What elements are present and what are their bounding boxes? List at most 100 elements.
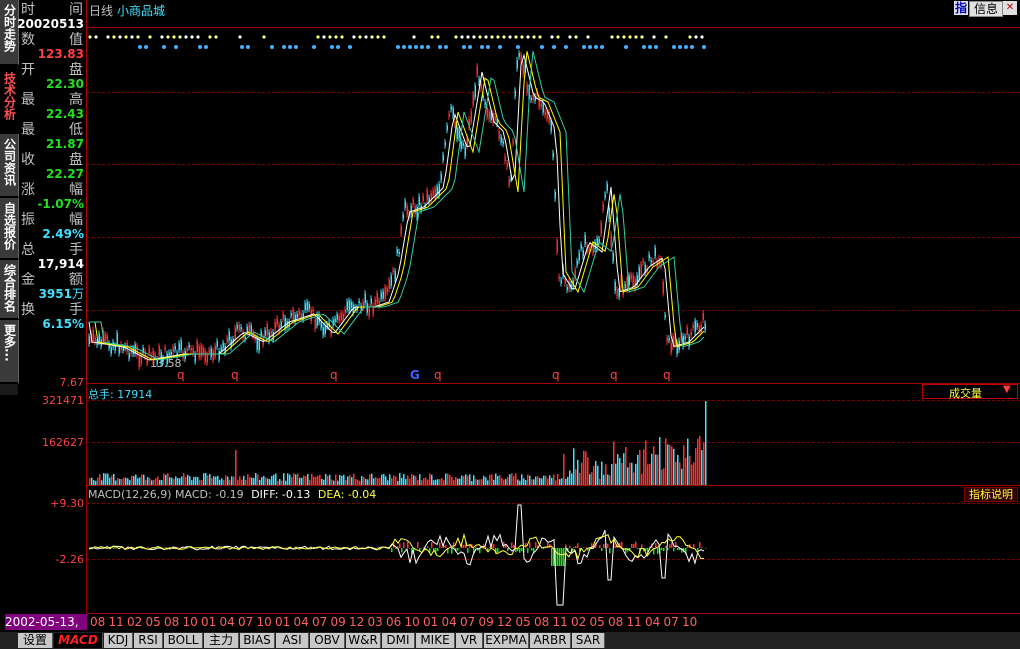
indicator-tab[interactable]: SAR bbox=[572, 633, 605, 648]
volume-bar bbox=[335, 474, 337, 485]
candle-body bbox=[88, 336, 90, 344]
volume-bar bbox=[111, 475, 113, 485]
candle-body bbox=[238, 324, 240, 331]
volume-bar bbox=[379, 478, 381, 485]
volume-bar bbox=[573, 448, 575, 485]
signal-dot bbox=[330, 45, 334, 49]
candle-body bbox=[334, 318, 336, 322]
candle-body bbox=[694, 320, 696, 333]
indicator-tab[interactable]: MIKE bbox=[416, 633, 455, 648]
volume-bar bbox=[497, 476, 499, 485]
volume-bar bbox=[553, 474, 555, 485]
volume-bar bbox=[143, 474, 145, 485]
candle-body bbox=[346, 301, 348, 310]
indicator-tab[interactable]: RSI bbox=[134, 633, 163, 648]
indicator-tab[interactable]: ASI bbox=[276, 633, 309, 648]
signal-dot bbox=[426, 45, 430, 49]
volume-bar bbox=[317, 475, 319, 485]
volume-bar bbox=[165, 474, 167, 485]
signal-dot bbox=[550, 35, 554, 39]
volume-bar bbox=[167, 473, 169, 485]
macd-histogram-bar bbox=[457, 548, 459, 551]
x-axis-tick: 04 bbox=[219, 615, 235, 629]
indicator-tab[interactable]: DMI bbox=[382, 633, 415, 648]
candle-body bbox=[604, 194, 606, 198]
volume-bar bbox=[557, 474, 559, 485]
indicator-tab[interactable]: EXPMA bbox=[484, 633, 529, 648]
signal-dot bbox=[316, 35, 320, 39]
signal-dot bbox=[684, 45, 688, 49]
signal-dot bbox=[586, 35, 590, 39]
volume-bar bbox=[419, 474, 421, 485]
signal-dot bbox=[322, 35, 326, 39]
signal-dot bbox=[678, 45, 682, 49]
indicator-tab[interactable]: MACD bbox=[54, 633, 103, 648]
volume-bar bbox=[105, 473, 107, 485]
volume-bar bbox=[255, 473, 257, 485]
volume-bar bbox=[417, 480, 419, 485]
candle-body bbox=[198, 346, 200, 358]
indicator-tab[interactable]: VR bbox=[456, 633, 483, 648]
volume-bar bbox=[541, 478, 543, 485]
volume-bar bbox=[315, 476, 317, 485]
candle-body bbox=[662, 281, 664, 294]
candle-body bbox=[396, 249, 398, 254]
stock-chart[interactable] bbox=[0, 0, 1020, 649]
macd-histogram-bar bbox=[497, 548, 499, 553]
candle-body bbox=[98, 333, 100, 343]
signal-dot bbox=[502, 35, 506, 39]
macd-histogram-bar bbox=[431, 542, 433, 548]
signal-dot bbox=[352, 35, 356, 39]
volume-bar bbox=[397, 480, 399, 485]
volume-bar bbox=[465, 474, 467, 485]
volume-bar bbox=[563, 453, 565, 485]
x-axis-tick: 10 bbox=[682, 615, 698, 629]
candle-body bbox=[540, 103, 542, 107]
volume-bar bbox=[517, 479, 519, 485]
candle-body bbox=[670, 343, 672, 353]
indicator-tab[interactable]: KDJ bbox=[104, 633, 133, 648]
macd-histogram-bar bbox=[439, 542, 441, 548]
indicator-tab[interactable]: BOLL bbox=[164, 633, 203, 648]
volume-bar bbox=[551, 477, 553, 485]
indicator-tab[interactable]: ARBR bbox=[530, 633, 571, 648]
signal-dot bbox=[214, 35, 218, 39]
volume-bar bbox=[645, 440, 647, 485]
volume-bar bbox=[469, 474, 471, 485]
candle-body bbox=[522, 64, 524, 75]
candle-body bbox=[212, 350, 214, 361]
candle-body bbox=[304, 303, 306, 311]
x-axis-tick: 10 bbox=[256, 615, 272, 629]
volume-bar bbox=[285, 480, 287, 485]
indicator-tab[interactable]: 设置 bbox=[18, 633, 53, 648]
indicator-tab[interactable]: BIAS bbox=[240, 633, 275, 648]
volume-bar bbox=[201, 480, 203, 485]
volume-bar bbox=[129, 480, 131, 485]
volume-bar bbox=[349, 475, 351, 485]
indicator-tab[interactable]: W&R bbox=[346, 633, 381, 648]
volume-bar bbox=[647, 464, 649, 485]
volume-bar bbox=[629, 462, 631, 485]
signal-dot bbox=[694, 35, 698, 39]
indicator-tab[interactable]: 主力 bbox=[204, 633, 239, 648]
signal-dot bbox=[652, 35, 656, 39]
macd-histogram-bar bbox=[463, 544, 465, 548]
indicator-tab[interactable]: OBV bbox=[310, 633, 345, 648]
macd-histogram-bar bbox=[115, 548, 117, 549]
macd-histogram-bar bbox=[631, 543, 633, 548]
candle-body bbox=[514, 90, 516, 97]
macd-histogram-bar bbox=[701, 547, 703, 548]
signal-dot bbox=[508, 35, 512, 39]
volume-bar bbox=[303, 475, 305, 485]
volume-bar bbox=[265, 477, 267, 485]
signal-dot bbox=[624, 45, 628, 49]
candle-body bbox=[358, 300, 360, 303]
volume-bar bbox=[267, 478, 269, 485]
candle-body bbox=[476, 66, 478, 75]
macd-histogram-bar bbox=[437, 548, 439, 551]
candle-body bbox=[434, 188, 436, 199]
volume-bar bbox=[373, 478, 375, 485]
volume-bar bbox=[309, 480, 311, 485]
candle-body bbox=[560, 279, 562, 284]
signal-dot bbox=[340, 35, 344, 39]
